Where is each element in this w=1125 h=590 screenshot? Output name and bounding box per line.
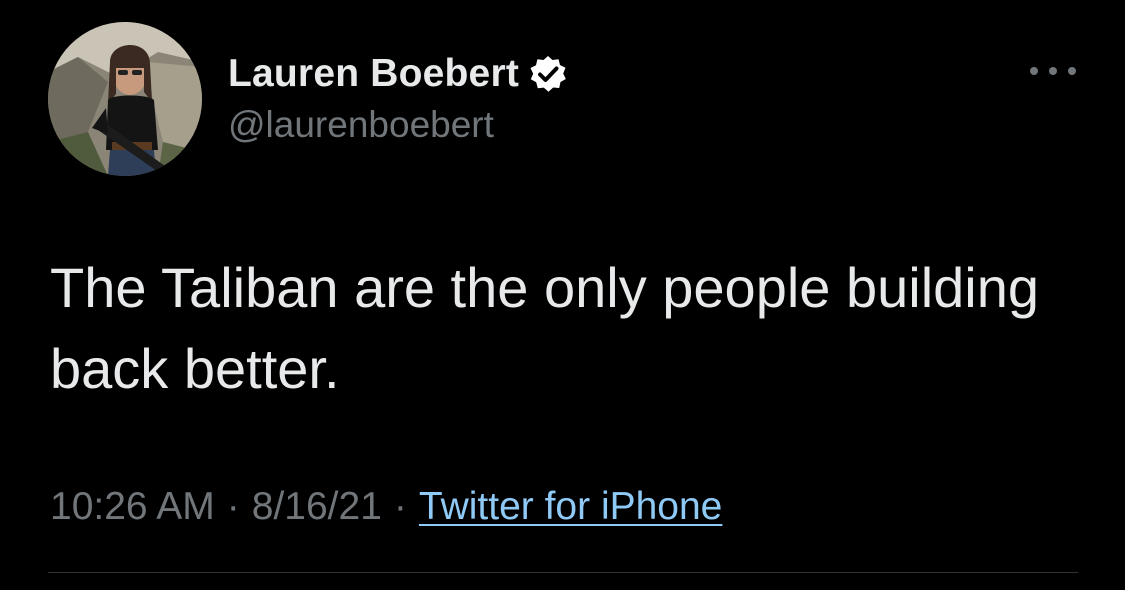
tweet-source-link[interactable]: Twitter for iPhone bbox=[419, 485, 722, 529]
verified-badge-icon bbox=[528, 54, 568, 94]
meta-separator: · bbox=[393, 485, 407, 528]
tweet-date[interactable]: 8/16/21 bbox=[252, 485, 382, 529]
author-handle[interactable]: @laurenboebert bbox=[228, 104, 494, 146]
author-name-row: Lauren Boebert bbox=[228, 50, 568, 98]
tweet-container: Lauren Boebert @laurenboebert The Taliba… bbox=[0, 0, 1125, 590]
meta-separator: · bbox=[226, 485, 240, 528]
author-display-name[interactable]: Lauren Boebert bbox=[228, 52, 519, 96]
tweet-time[interactable]: 10:26 AM bbox=[50, 485, 215, 529]
more-options-icon[interactable] bbox=[1030, 56, 1076, 86]
avatar[interactable] bbox=[48, 22, 202, 176]
tweet-text: The Taliban are the only people building… bbox=[50, 256, 1040, 400]
divider bbox=[48, 572, 1078, 573]
avatar-photo bbox=[48, 22, 202, 176]
tweet-meta: 10:26 AM · 8/16/21 · Twitter for iPhone bbox=[50, 485, 722, 529]
